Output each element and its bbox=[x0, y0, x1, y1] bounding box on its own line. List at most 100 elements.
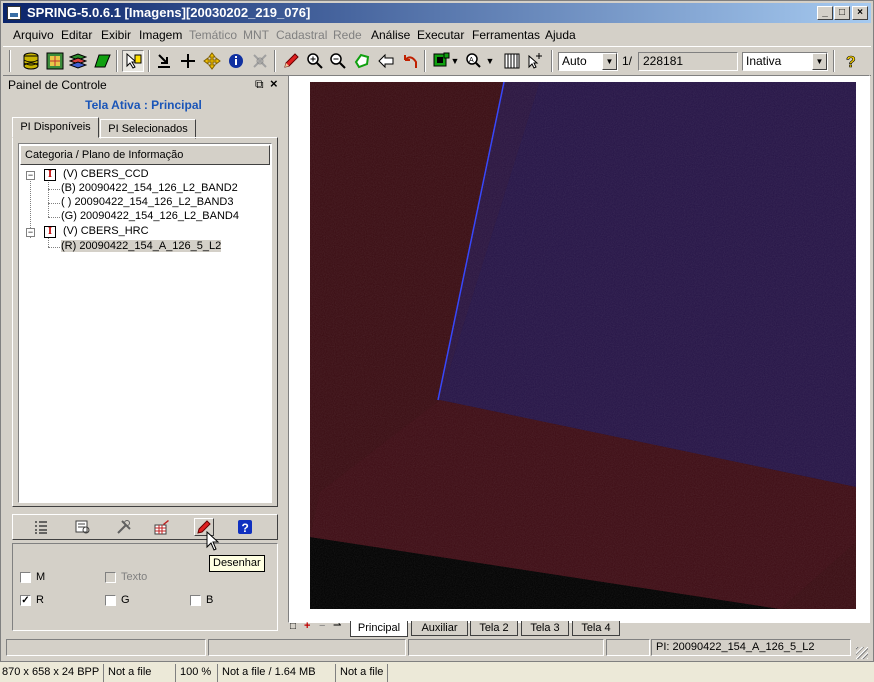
toolbar-separator bbox=[116, 50, 118, 72]
zoom-in-icon[interactable] bbox=[304, 50, 326, 72]
minimize-button[interactable]: _ bbox=[817, 6, 833, 20]
tree-connector bbox=[48, 247, 60, 248]
scale-mode-select[interactable]: Auto ▼ bbox=[558, 52, 618, 71]
status-field-3 bbox=[408, 639, 604, 656]
panel-title: Painel de Controle bbox=[8, 78, 107, 92]
menu-analise[interactable]: Análise bbox=[371, 28, 410, 42]
menu-ajuda[interactable]: Ajuda bbox=[545, 28, 576, 42]
title-bar[interactable]: SPRING-5.0.6.1 [Imagens][20030202_219_07… bbox=[3, 3, 871, 23]
checkbox-box[interactable] bbox=[105, 572, 116, 583]
tree-item-label: ( ) 20090422_154_126_L2_BAND3 bbox=[61, 196, 234, 208]
scale-field[interactable]: 228181 bbox=[638, 52, 738, 71]
menu-tematico[interactable]: Temático bbox=[189, 28, 237, 42]
tab-tela-3[interactable]: Tela 3 bbox=[521, 621, 569, 636]
image-canvas[interactable] bbox=[310, 82, 856, 609]
database-icon[interactable] bbox=[20, 50, 42, 72]
tree-connector bbox=[48, 238, 49, 247]
svg-text:?: ? bbox=[846, 54, 856, 70]
grid-icon[interactable] bbox=[501, 50, 523, 72]
zoom-dropdown-icon[interactable]: ▼ bbox=[484, 50, 496, 72]
pan-icon[interactable] bbox=[201, 50, 223, 72]
tree-connector bbox=[48, 189, 60, 190]
zoom-options-icon[interactable]: A bbox=[463, 50, 485, 72]
chevron-down-icon[interactable]: ▼ bbox=[812, 53, 827, 70]
tab-remove-icon[interactable]: − bbox=[319, 620, 325, 632]
tools-icon[interactable] bbox=[114, 518, 134, 536]
checkbox-box[interactable] bbox=[190, 595, 201, 606]
arrow-down-icon[interactable] bbox=[153, 50, 175, 72]
category-icon bbox=[44, 168, 56, 181]
tab-scroll-icon[interactable]: ⇀ bbox=[333, 620, 341, 631]
tab-pi-disponiveis[interactable]: PI Disponíveis bbox=[12, 117, 99, 138]
tree-header[interactable]: Categoria / Plano de Informação bbox=[20, 145, 270, 165]
undo-icon[interactable] bbox=[399, 50, 421, 72]
toolbar-separator bbox=[424, 50, 426, 72]
close-button[interactable]: × bbox=[852, 6, 868, 20]
menu-mnt[interactable]: MNT bbox=[243, 28, 269, 42]
tree-item-layer[interactable]: ( ) 20090422_154_126_L2_BAND3 bbox=[61, 196, 233, 208]
info-icon[interactable] bbox=[225, 50, 247, 72]
checkbox-label: Texto bbox=[121, 571, 148, 583]
tab-tela-4[interactable]: Tela 4 bbox=[572, 621, 620, 636]
menu-exibir[interactable]: Exibir bbox=[101, 28, 131, 42]
tree-item-layer-selected[interactable]: (R) 20090422_154_A_126_5_L2 bbox=[61, 240, 222, 252]
pi-status: PI: 20090422_154_A_126_5_L2 bbox=[651, 639, 851, 656]
image-size: Not a file / 1.64 MB bbox=[220, 664, 336, 682]
zoom-area-icon[interactable] bbox=[351, 50, 373, 72]
checkbox-box[interactable] bbox=[20, 572, 31, 583]
toolbar-separator bbox=[148, 50, 150, 72]
image-status-bar: 870 x 658 x 24 BPP Not a file 100 % Not … bbox=[0, 663, 874, 682]
expander-icon[interactable]: − bbox=[26, 228, 35, 237]
menu-cadastral[interactable]: Cadastral bbox=[276, 28, 327, 42]
tab-control-square[interactable]: □ bbox=[290, 621, 296, 632]
tool-icon[interactable] bbox=[249, 50, 271, 72]
toolbar-separator bbox=[833, 50, 835, 72]
tree-item-label: (B) 20090422_154_126_L2_BAND2 bbox=[61, 182, 238, 194]
undock-icon[interactable]: ⧉ bbox=[255, 77, 264, 92]
green-shape-icon[interactable] bbox=[91, 50, 113, 72]
back-arrow-icon[interactable] bbox=[375, 50, 397, 72]
chevron-down-icon[interactable]: ▼ bbox=[602, 53, 617, 70]
tree-item-layer[interactable]: (G) 20090422_154_126_L2_BAND4 bbox=[61, 210, 239, 222]
tab-auxiliar[interactable]: Auxiliar bbox=[411, 621, 468, 636]
menu-ferramentas[interactable]: Ferramentas bbox=[472, 28, 540, 42]
tab-pi-selecionados[interactable]: PI Selecionados bbox=[100, 119, 196, 139]
list-icon[interactable] bbox=[31, 518, 51, 536]
menu-rede[interactable]: Rede bbox=[333, 28, 362, 42]
toolbar-grip bbox=[9, 50, 11, 72]
menu-executar[interactable]: Executar bbox=[417, 28, 464, 42]
tab-tela-2[interactable]: Tela 2 bbox=[470, 621, 518, 636]
properties-icon[interactable] bbox=[73, 518, 93, 536]
zoom-out-icon[interactable] bbox=[327, 50, 349, 72]
help-icon[interactable]: ? bbox=[235, 518, 255, 536]
scale-mode-value: Auto bbox=[562, 54, 587, 68]
panel-close-icon[interactable]: × bbox=[270, 76, 278, 91]
status-select[interactable]: Inativa ▼ bbox=[742, 52, 828, 71]
crosshair-icon[interactable] bbox=[177, 50, 199, 72]
menu-arquivo[interactable]: Arquivo bbox=[13, 28, 54, 42]
map-icon[interactable] bbox=[44, 50, 66, 72]
display-dropdown-icon[interactable]: ▼ bbox=[449, 50, 461, 72]
checkbox-label: M bbox=[36, 571, 46, 583]
tab-principal[interactable]: Principal bbox=[350, 621, 408, 637]
checkbox-box[interactable]: ✓ bbox=[20, 595, 31, 606]
category-icon bbox=[44, 225, 56, 238]
maximize-button[interactable]: □ bbox=[834, 6, 850, 20]
toolbar-separator bbox=[274, 50, 276, 72]
help-icon[interactable]: ? bbox=[840, 50, 862, 72]
tree-item-label: (V) CBERS_CCD bbox=[63, 168, 149, 180]
expander-icon[interactable]: − bbox=[26, 171, 35, 180]
tab-add-icon[interactable]: + bbox=[304, 620, 310, 632]
layers-icon[interactable] bbox=[67, 50, 89, 72]
cursor-info-icon[interactable] bbox=[122, 50, 144, 72]
active-screen-label: Tela Ativa : Principal bbox=[85, 98, 202, 112]
resize-grip[interactable] bbox=[856, 647, 868, 659]
checkbox-box[interactable] bbox=[105, 595, 116, 606]
menu-editar[interactable]: Editar bbox=[61, 28, 92, 42]
tree-view[interactable]: Categoria / Plano de Informação − (V) CB… bbox=[18, 143, 272, 503]
menu-imagem[interactable]: Imagem bbox=[139, 28, 182, 42]
tree-item-layer[interactable]: (B) 20090422_154_126_L2_BAND2 bbox=[61, 182, 238, 194]
cursor-plus-icon[interactable] bbox=[524, 50, 546, 72]
edit-grid-icon[interactable] bbox=[152, 518, 172, 536]
pencil-icon[interactable] bbox=[280, 50, 302, 72]
